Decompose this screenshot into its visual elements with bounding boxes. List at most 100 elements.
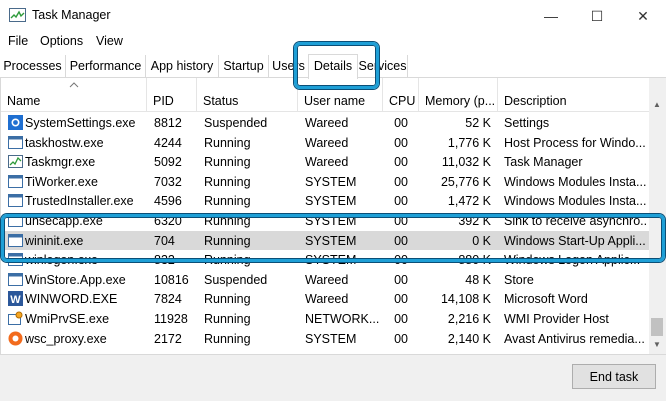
cell-user: SYSTEM xyxy=(305,214,357,228)
cell-status: Running xyxy=(204,135,251,150)
table-row[interactable]: TiWorker.exe 7032 Running SYSTEM 00 25,776 K W… xyxy=(1,172,650,192)
scroll-up-icon[interactable]: ▲ xyxy=(653,100,661,109)
column-cpu[interactable]: CPU xyxy=(383,78,419,112)
close-button[interactable]: ✕ xyxy=(620,0,666,32)
menu-file[interactable]: File xyxy=(8,34,28,48)
scroll-down-icon[interactable]: ▼ xyxy=(653,340,661,349)
table-row[interactable]: SystemSettings.exe 8812 Suspended Wareed 00 5… xyxy=(1,113,650,133)
wmi-gear-icon xyxy=(8,311,23,325)
cell-pid: 2172 xyxy=(154,331,182,346)
cell-description: WMI Provider Host xyxy=(504,312,609,326)
cell-cpu: 00 xyxy=(394,233,408,248)
cell-cpu: 00 xyxy=(394,292,408,307)
table-row[interactable]: TrustedInstaller.exe 4596 Running SYSTEM 00 1… xyxy=(1,191,650,211)
task-manager-icon xyxy=(8,155,23,169)
column-user-name[interactable]: User name xyxy=(298,78,383,112)
vertical-scrollbar[interactable]: ▲ ▼ xyxy=(649,78,666,354)
cell-user: SYSTEM xyxy=(305,233,357,248)
footer-bar: End task xyxy=(0,354,666,401)
cell-description: Settings xyxy=(504,116,550,130)
cell-pid: 11928 xyxy=(154,312,188,326)
cell-pid: 7824 xyxy=(154,292,182,307)
cell-user: Wareed xyxy=(305,116,349,130)
cell-name: WINWORD.EXE xyxy=(25,292,118,307)
column-label: PID xyxy=(153,94,174,108)
cell-description: Host Process for Windo... xyxy=(504,135,646,150)
cell-cpu: 00 xyxy=(394,272,408,287)
svg-text:W: W xyxy=(10,294,21,306)
cell-memory: 2,216 K xyxy=(447,312,491,326)
cell-cpu: 00 xyxy=(394,214,408,228)
end-task-button[interactable]: End task xyxy=(572,364,656,389)
cell-status: Suspended xyxy=(204,272,268,287)
column-status[interactable]: Status xyxy=(197,78,298,112)
window-title: Task Manager xyxy=(32,8,111,22)
menu-options[interactable]: Options xyxy=(40,34,83,48)
cell-status: Running xyxy=(204,292,251,307)
cell-name: WmiPrvSE.exe xyxy=(25,312,110,326)
cell-memory: 0 K xyxy=(472,233,491,248)
scroll-thumb[interactable] xyxy=(651,318,663,336)
cell-status: Running xyxy=(204,155,251,170)
app-window-icon xyxy=(8,214,23,227)
table-row[interactable]: unsecapp.exe 6320 Running SYSTEM 00 392 K Sink… xyxy=(1,211,650,231)
menu-view[interactable]: View xyxy=(96,34,123,48)
column-memory[interactable]: Memory (p... xyxy=(419,78,498,112)
cell-status: Running xyxy=(204,312,251,326)
cell-status: Running xyxy=(204,233,251,248)
tab-services[interactable]: Services xyxy=(358,55,408,77)
cell-status: Running xyxy=(204,253,251,268)
tab-bar: Processes Performance App history Startu… xyxy=(0,54,666,79)
cell-name: wsc_proxy.exe xyxy=(25,331,107,346)
cell-memory: 14,108 K xyxy=(440,292,491,307)
cell-pid: 6320 xyxy=(154,214,182,228)
table-row[interactable]: WmiPrvSE.exe 11928 Running NETWORK... 00 2,21… xyxy=(1,309,650,329)
cell-pid: 704 xyxy=(154,233,175,248)
sort-ascending-icon xyxy=(69,82,79,88)
cell-status: Running xyxy=(204,194,251,209)
column-label: User name xyxy=(304,94,366,108)
minimize-button[interactable]: — xyxy=(528,0,574,32)
table-row[interactable]: WinStore.App.exe 10816 Suspended Wareed 00 48… xyxy=(1,270,650,290)
avast-icon xyxy=(8,331,23,346)
settings-gear-icon xyxy=(8,115,23,130)
column-label: Status xyxy=(203,94,239,108)
cell-cpu: 00 xyxy=(394,155,408,170)
tab-details[interactable]: Details xyxy=(308,54,358,79)
table-row[interactable]: wininit.exe 704 Running SYSTEM 00 0 K Windows … xyxy=(1,230,650,251)
column-label: Description xyxy=(504,94,567,108)
tab-performance[interactable]: Performance xyxy=(66,55,146,77)
table-row[interactable]: W WINWORD.EXE 7824 Running Wareed 00 14,108 K M… xyxy=(1,289,650,309)
cell-name: TiWorker.exe xyxy=(25,174,98,189)
cell-user: Wareed xyxy=(305,272,349,287)
table-row[interactable]: taskhostw.exe 4244 Running Wareed 00 1,776 K H… xyxy=(1,133,650,153)
table-row[interactable]: wsc_proxy.exe 2172 Running SYSTEM 00 2,140 K A… xyxy=(1,329,650,349)
cell-cpu: 00 xyxy=(394,331,408,346)
cell-user: SYSTEM xyxy=(305,331,357,346)
cell-memory: 392 K xyxy=(458,214,491,228)
table-row[interactable]: Taskmgr.exe 5092 Running Wareed 00 11,032 K Ta… xyxy=(1,152,650,172)
column-pid[interactable]: PID xyxy=(147,78,197,112)
cell-pid: 832 xyxy=(154,253,175,268)
cell-memory: 25,776 K xyxy=(440,174,491,189)
app-window-icon xyxy=(8,253,23,267)
column-description[interactable]: Description xyxy=(498,78,650,112)
cell-memory: 52 K xyxy=(465,116,491,130)
cell-pid: 8812 xyxy=(154,116,182,130)
cell-name: taskhostw.exe xyxy=(25,135,104,150)
app-window-icon xyxy=(8,174,23,188)
task-manager-icon xyxy=(9,8,26,22)
minimize-icon: — xyxy=(544,8,558,24)
maximize-button[interactable]: ☐ xyxy=(574,0,620,32)
table-header: Name PID Status User name CPU Memory (p.… xyxy=(1,78,650,112)
tab-processes[interactable]: Processes xyxy=(0,55,66,77)
cell-pid: 7032 xyxy=(154,174,182,189)
app-window-icon xyxy=(8,233,23,247)
cell-cpu: 00 xyxy=(394,174,408,189)
app-window-icon xyxy=(8,135,23,149)
cell-description: Windows Modules Insta... xyxy=(504,194,646,209)
tab-app-history[interactable]: App history xyxy=(146,55,219,77)
table-row[interactable]: winlogon.exe 832 Running SYSTEM 00 880 K Windo… xyxy=(1,250,650,270)
tab-users[interactable]: Users xyxy=(269,55,309,77)
tab-startup[interactable]: Startup xyxy=(219,55,269,77)
